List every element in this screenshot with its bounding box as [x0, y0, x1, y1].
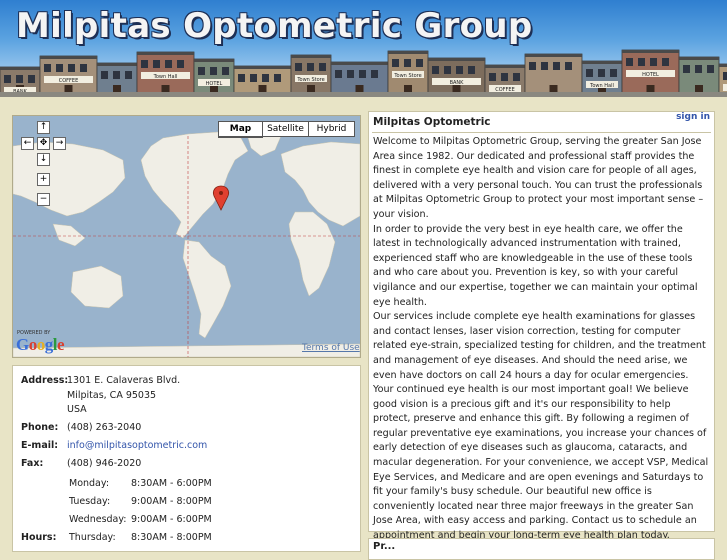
- map-type-satellite-button[interactable]: Satellite: [262, 121, 309, 137]
- hours-day: Thursday:: [69, 532, 116, 543]
- email-link[interactable]: info@milpitasoptometric.com: [67, 440, 207, 451]
- storefront-sign: Town Hall: [589, 83, 614, 89]
- secondary-panel: Pr...: [368, 538, 715, 560]
- hours-time: 8:30AM - 6:00PM: [131, 478, 212, 489]
- storefront-sign: HOTEL: [206, 81, 223, 87]
- map-panel[interactable]: Map Satellite Hybrid ↑ ← ✥ → ↓ + − POWER…: [12, 115, 361, 358]
- pan-down-button[interactable]: ↓: [37, 153, 50, 166]
- hours-day: Tuesday:: [69, 496, 111, 507]
- address-line-2: Milpitas, CA 95035: [67, 390, 157, 401]
- storefront-sign: COFFEE: [59, 78, 79, 84]
- storefront-sign: Town Hall: [153, 74, 178, 80]
- secondary-panel-title: Pr...: [373, 541, 396, 552]
- content-panel: Milpitas Optometric sign in Welcome to M…: [368, 111, 715, 541]
- content-body: Welcome to Milpitas Optometric Group, se…: [373, 135, 711, 544]
- hours-time: 9:00AM - 6:00PM: [131, 514, 212, 525]
- zoom-out-button[interactable]: −: [37, 193, 50, 206]
- phone-label: Phone:: [21, 422, 59, 433]
- fax-label: Fax:: [21, 458, 44, 469]
- google-logo[interactable]: Google: [16, 335, 65, 355]
- hours-label: Hours:: [21, 532, 57, 543]
- terms-of-use-link[interactable]: Terms of Use: [302, 343, 360, 353]
- storefront-sign: HOTEL: [642, 72, 659, 78]
- pan-up-button[interactable]: ↑: [37, 121, 50, 134]
- storefront-sign: Town Store: [393, 73, 421, 79]
- site-title: Milpitas Optometric Group: [16, 6, 533, 46]
- content-paragraph: Our services include complete eye health…: [373, 311, 709, 542]
- phone-value: (408) 263-2040: [67, 422, 142, 433]
- pan-left-button[interactable]: ←: [21, 137, 34, 150]
- map-type-map-button[interactable]: Map: [218, 121, 263, 138]
- map-type-hybrid-button[interactable]: Hybrid: [308, 121, 355, 137]
- hours-time: 8:30AM - 8:00PM: [131, 532, 212, 543]
- divider: [372, 132, 711, 133]
- hours-day: Monday:: [69, 478, 110, 489]
- logo-letter: G: [16, 335, 29, 354]
- sign-in-link[interactable]: sign in: [676, 112, 710, 122]
- address-line-3: USA: [67, 404, 87, 415]
- fax-value: (408) 946-2020: [67, 458, 142, 469]
- content-paragraph: Welcome to Milpitas Optometric Group, se…: [373, 136, 704, 220]
- content-title: Milpitas Optometric: [373, 116, 491, 128]
- contact-panel: Address: 1301 E. Calaveras Blvd. Milpita…: [12, 365, 361, 552]
- hours-day: Wednesday:: [69, 514, 127, 525]
- pan-right-button[interactable]: →: [53, 137, 66, 150]
- address-line-1: 1301 E. Calaveras Blvd.: [67, 375, 181, 386]
- address-label: Address:: [21, 375, 69, 386]
- street-ground: [0, 92, 727, 97]
- content-paragraph: In order to provide the very best in eye…: [373, 223, 698, 308]
- world-map[interactable]: [13, 116, 360, 357]
- pan-center-button[interactable]: ✥: [37, 137, 50, 150]
- logo-letter: o: [36, 335, 46, 354]
- storefront-sign: BANK: [450, 80, 465, 86]
- logo-letter: e: [56, 335, 65, 354]
- storefront-sign: Town Store: [296, 77, 324, 83]
- email-label: E-mail:: [21, 440, 59, 451]
- site-header: Milpitas Optometric Group BANK COFFEE Town…: [0, 0, 727, 97]
- hours-time: 9:00AM - 8:00PM: [131, 496, 212, 507]
- logo-letter: g: [44, 335, 54, 354]
- zoom-in-button[interactable]: +: [37, 173, 50, 186]
- storefront-banner: BANK COFFEE Town Hall HOTEL Town Store Town S…: [0, 49, 727, 97]
- logo-letter: o: [28, 335, 38, 354]
